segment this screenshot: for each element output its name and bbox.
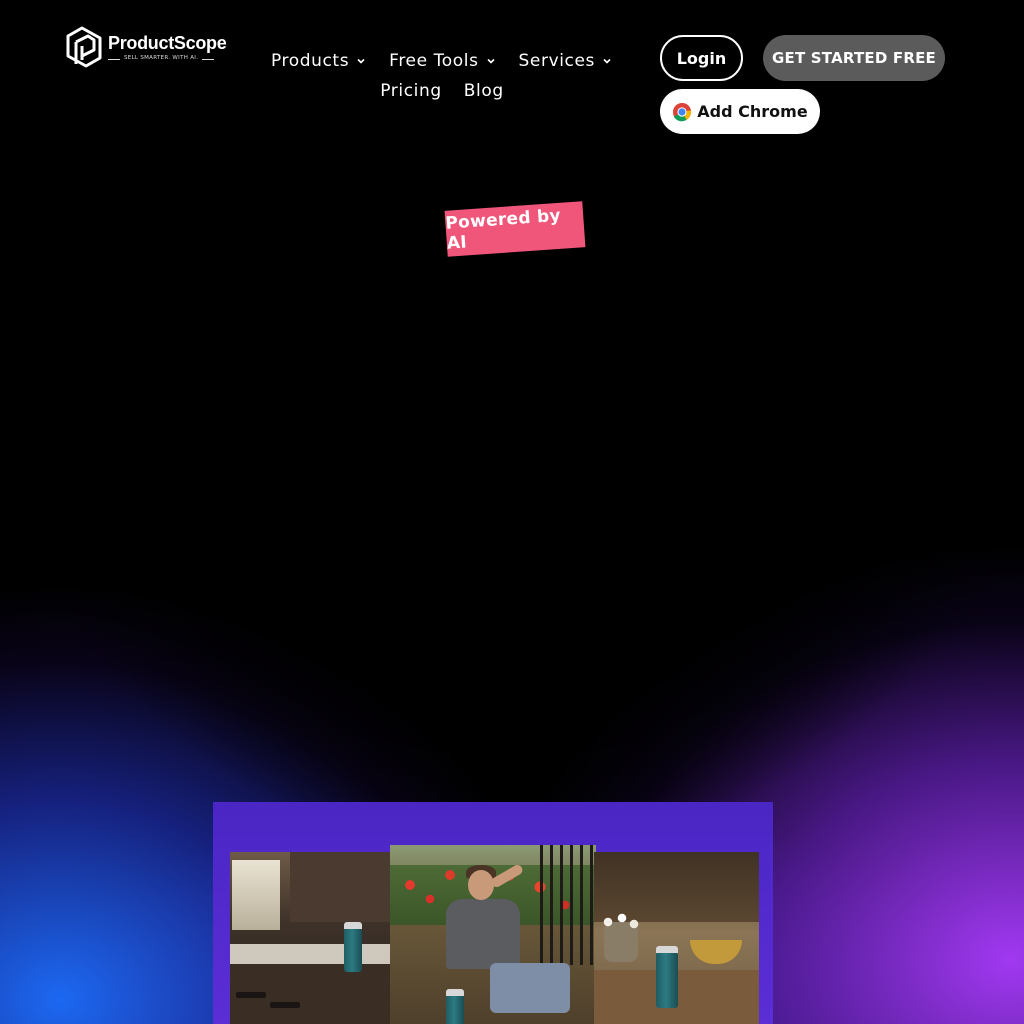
chevron-down-icon bbox=[357, 58, 365, 64]
nav-item-label: Pricing bbox=[380, 81, 442, 101]
get-started-button[interactable]: GET STARTED FREE bbox=[763, 35, 945, 81]
chevron-down-icon bbox=[603, 58, 611, 64]
nav-item-pricing[interactable]: Pricing bbox=[380, 81, 442, 101]
chevron-down-icon bbox=[486, 58, 495, 64]
main-nav: Products Free Tools Services Pricing Blo… bbox=[262, 48, 622, 104]
kitchen-scene-image bbox=[230, 852, 392, 1024]
tagline-rule-right bbox=[202, 58, 215, 60]
person-body bbox=[446, 899, 520, 969]
nav-item-label: Blog bbox=[463, 81, 504, 101]
brand-logo[interactable]: ProductScope SELL SMARTER. WITH AI. bbox=[64, 26, 227, 70]
nav-item-blog[interactable]: Blog bbox=[464, 81, 504, 101]
tumbler-lid bbox=[344, 922, 362, 929]
nav-item-products[interactable]: Products bbox=[271, 51, 367, 71]
tagline-rule-left bbox=[108, 58, 120, 60]
kitchen-window bbox=[232, 860, 280, 930]
brand-name: ProductScope bbox=[108, 33, 227, 54]
dining-table-scene-image bbox=[594, 852, 759, 1024]
add-chrome-label: Add Chrome bbox=[697, 102, 808, 121]
nav-item-label: Free Tools bbox=[389, 51, 479, 71]
blanket bbox=[490, 963, 570, 1013]
balcony-scene-image bbox=[390, 845, 596, 1024]
tumbler-cup bbox=[446, 995, 464, 1024]
kitchen-counter bbox=[230, 944, 392, 964]
tumbler-lid bbox=[446, 989, 464, 996]
login-button[interactable]: Login bbox=[660, 35, 743, 81]
kitchen-cabinet bbox=[290, 852, 392, 922]
nav-item-free-tools[interactable]: Free Tools bbox=[389, 51, 496, 71]
person-head bbox=[468, 870, 494, 900]
add-chrome-button[interactable]: Add Chrome bbox=[660, 89, 820, 134]
nav-item-services[interactable]: Services bbox=[519, 51, 614, 71]
bar-stool bbox=[270, 1002, 300, 1008]
balcony-railing bbox=[540, 845, 596, 965]
white-flowers bbox=[598, 910, 644, 934]
tumbler-lid bbox=[656, 946, 678, 953]
nav-item-label: Services bbox=[518, 51, 596, 71]
bar-stool bbox=[236, 992, 266, 998]
tumbler-cup bbox=[344, 928, 362, 972]
product-showcase-image bbox=[213, 802, 773, 1024]
powered-by-ai-badge: Powered by AI bbox=[444, 201, 586, 257]
brand-tagline: SELL SMARTER. WITH AI. bbox=[124, 55, 199, 62]
tumbler-cup bbox=[656, 952, 678, 1008]
chrome-icon bbox=[673, 102, 692, 121]
brass-bowl bbox=[690, 940, 742, 964]
nav-item-label: Products bbox=[270, 51, 350, 71]
productscope-logo-icon bbox=[66, 26, 102, 68]
